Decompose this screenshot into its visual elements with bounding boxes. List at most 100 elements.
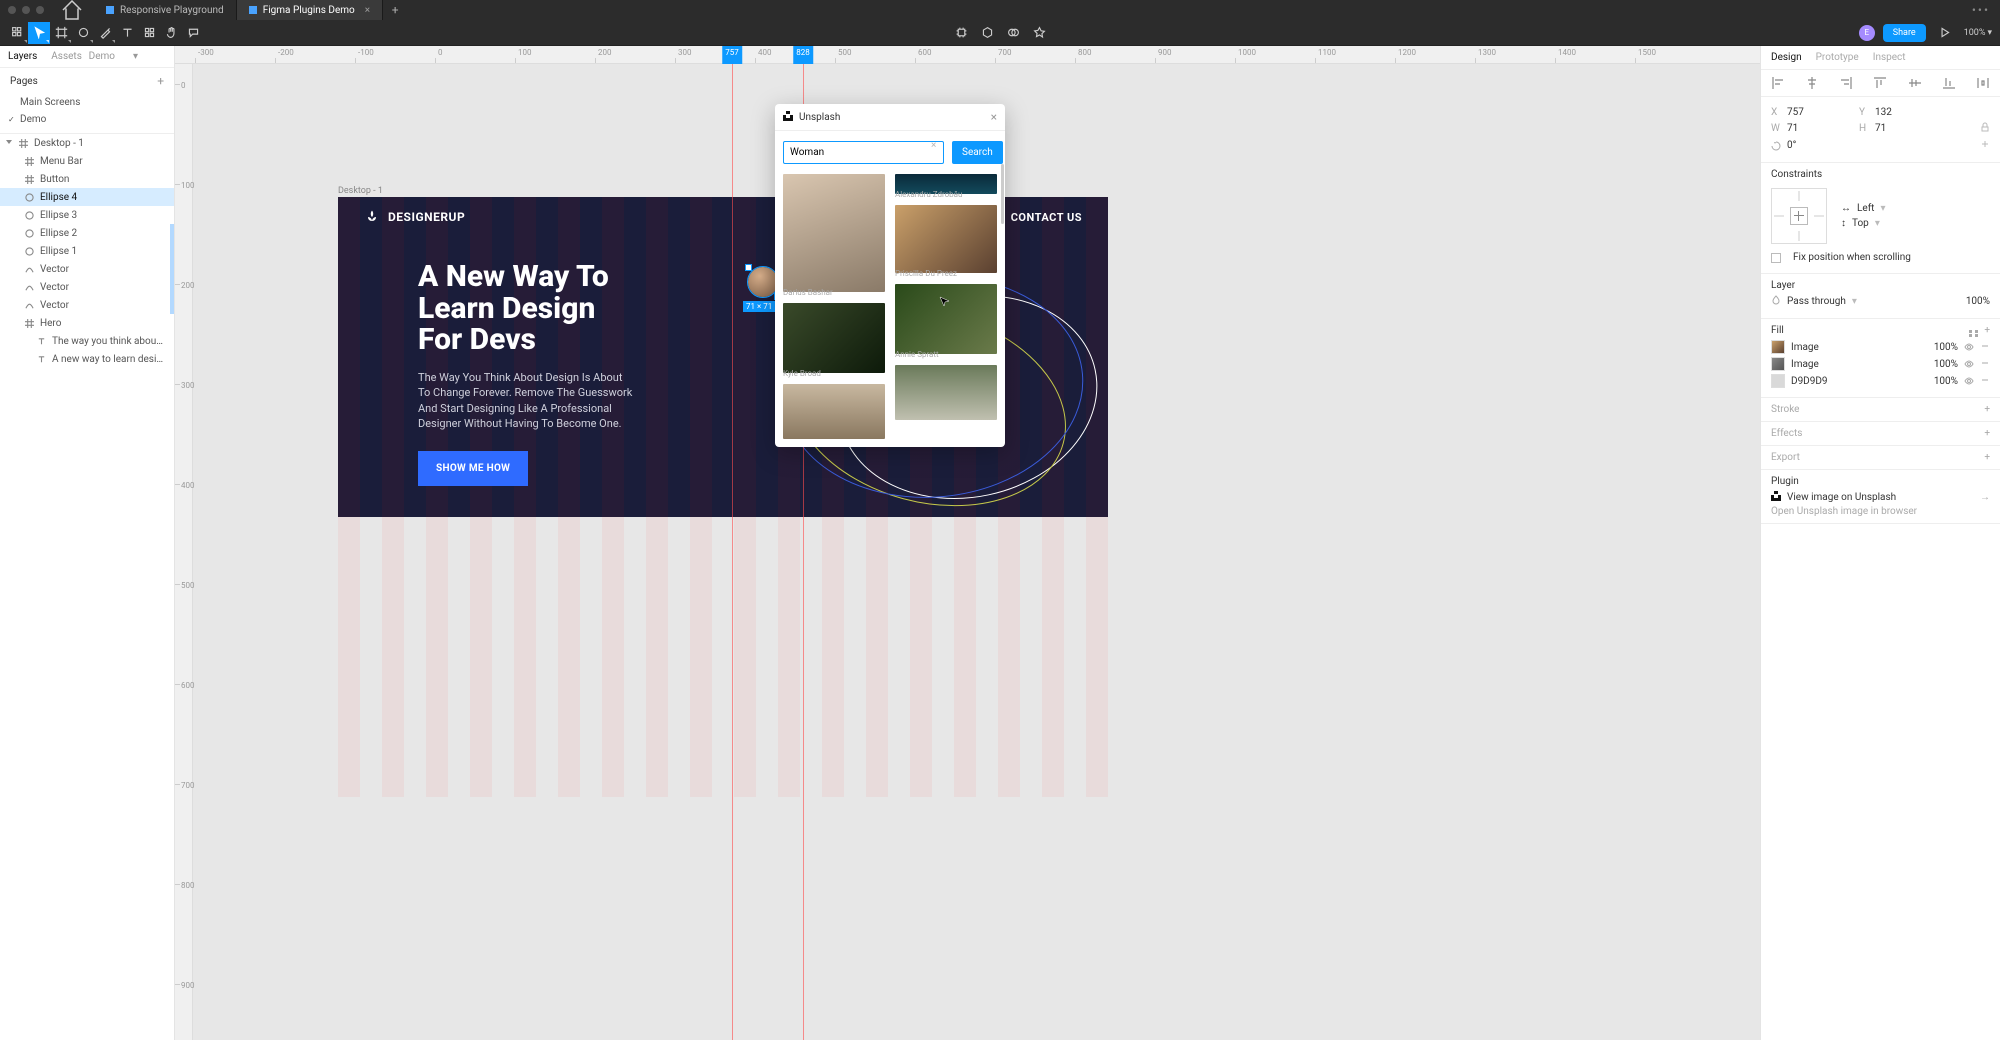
remove-fill-icon[interactable] (1980, 358, 1990, 371)
constraints-widget[interactable] (1771, 188, 1827, 244)
layer-ellipse-2[interactable]: Ellipse 2 (0, 224, 174, 242)
plugin-search-button[interactable]: Search (952, 141, 1003, 164)
align-left-icon[interactable] (1771, 76, 1785, 90)
fill-swatch[interactable] (1771, 340, 1785, 354)
clear-search-icon[interactable]: × (931, 140, 936, 151)
main-menu-button[interactable] (6, 22, 28, 44)
layer-hero[interactable]: Hero (0, 314, 174, 332)
result-image[interactable] (895, 365, 997, 420)
share-button[interactable]: Share (1883, 24, 1926, 42)
layer-text-1[interactable]: The way you think about design is abo... (0, 332, 174, 350)
layer-opacity-value[interactable]: 100% (1966, 296, 1990, 307)
effects-tool[interactable] (1026, 22, 1052, 44)
tab-assets[interactable]: Assets (51, 51, 82, 62)
mask-tool[interactable] (974, 22, 1000, 44)
fill-opacity[interactable]: 100% (1934, 359, 1958, 370)
add-effect-button[interactable]: + (1984, 428, 1990, 439)
layer-frame-desktop-1[interactable]: Desktop - 1 (0, 134, 174, 152)
fill-type[interactable]: Image (1791, 359, 1819, 370)
fill-hex[interactable]: D9D9D9 (1791, 376, 1828, 387)
result-image[interactable] (895, 205, 997, 273)
new-tab-button[interactable]: + (383, 3, 407, 17)
text-tool[interactable] (116, 22, 138, 44)
page-dropdown[interactable]: Demo ▾ (89, 51, 152, 62)
plugin-results-grid[interactable]: Darius Bashar Kyle Broad Alexandru Zdrob… (775, 174, 1005, 447)
plugin-close-icon[interactable]: × (991, 110, 997, 124)
layer-ellipse-4[interactable]: Ellipse 4 (0, 188, 174, 206)
add-page-button[interactable]: + (157, 74, 164, 88)
w-value[interactable]: 71 (1787, 123, 1823, 134)
canvas[interactable]: -300-200-1000100200300400500600700800900… (175, 46, 1760, 1040)
tab-inspect[interactable]: Inspect (1873, 52, 1906, 63)
blend-mode-dropdown[interactable]: Pass through (1787, 296, 1846, 307)
fill-swatch[interactable] (1771, 357, 1785, 371)
guide-vertical[interactable] (732, 64, 733, 1040)
plugin-search-input[interactable] (783, 141, 944, 164)
fill-opacity[interactable]: 100% (1934, 342, 1958, 353)
tab-figma-plugins-demo[interactable]: Figma Plugins Demo× (237, 0, 383, 20)
layer-ellipse-3[interactable]: Ellipse 3 (0, 206, 174, 224)
present-button[interactable] (1934, 22, 1956, 44)
tab-responsive-playground[interactable]: Responsive Playground (94, 0, 237, 20)
plugin-action-link[interactable]: View image on Unsplash (1787, 492, 1896, 503)
constraint-v-dropdown[interactable]: Top (1852, 218, 1869, 229)
close-tab-icon[interactable]: × (365, 5, 370, 16)
layer-text-2[interactable]: A new way to learn design for devs (0, 350, 174, 368)
tab-layers[interactable]: Layers (8, 51, 37, 62)
visibility-icon[interactable] (1964, 342, 1974, 352)
y-value[interactable]: 132 (1875, 107, 1911, 118)
layer-vector-2[interactable]: Vector (0, 278, 174, 296)
plugin-scrollbar[interactable] (1001, 164, 1004, 224)
result-image[interactable] (895, 284, 997, 354)
layer-ellipse-1[interactable]: Ellipse 1 (0, 242, 174, 260)
frame-label[interactable]: Desktop - 1 (338, 186, 383, 196)
x-value[interactable]: 757 (1787, 107, 1823, 118)
layer-vector-1[interactable]: Vector (0, 260, 174, 278)
rotation-value[interactable]: 0° (1787, 140, 1823, 151)
remove-fill-icon[interactable] (1980, 375, 1990, 388)
tab-prototype[interactable]: Prototype (1816, 52, 1859, 63)
constraint-h-dropdown[interactable]: Left (1857, 203, 1874, 214)
component-tool[interactable] (948, 22, 974, 44)
selected-ellipse-4[interactable] (748, 267, 778, 297)
align-bottom-icon[interactable] (1942, 76, 1956, 90)
zoom-dropdown[interactable]: 100%▾ (1964, 28, 1992, 38)
user-avatar[interactable]: E (1859, 25, 1875, 41)
h-value[interactable]: 71 (1875, 123, 1911, 134)
align-hcenter-icon[interactable] (1805, 76, 1819, 90)
page-main-screens[interactable]: Main Screens (0, 94, 174, 111)
result-image[interactable] (783, 384, 885, 439)
style-icon[interactable] (1969, 330, 1979, 337)
lock-aspect-icon[interactable] (1980, 122, 1990, 135)
fill-swatch[interactable] (1771, 374, 1785, 388)
result-image[interactable] (783, 174, 885, 292)
frame-tool[interactable] (50, 22, 72, 44)
boolean-tool[interactable] (1000, 22, 1026, 44)
fix-position-checkbox[interactable] (1771, 253, 1781, 263)
align-top-icon[interactable] (1873, 76, 1887, 90)
tab-design[interactable]: Design (1771, 52, 1802, 63)
visibility-icon[interactable] (1964, 376, 1974, 386)
align-right-icon[interactable] (1839, 76, 1853, 90)
page-demo[interactable]: Demo (0, 111, 174, 128)
external-link-icon[interactable]: → (1980, 492, 1990, 503)
align-vcenter-icon[interactable] (1908, 76, 1922, 90)
hand-tool[interactable] (160, 22, 182, 44)
overflow-menu-icon[interactable]: ••• (1972, 3, 1990, 17)
add-stroke-button[interactable]: + (1984, 404, 1990, 415)
add-fill-button[interactable]: + (1984, 325, 1990, 336)
pen-tool[interactable] (94, 22, 116, 44)
visibility-icon[interactable] (1964, 359, 1974, 369)
layer-vector-3[interactable]: Vector (0, 296, 174, 314)
result-image[interactable] (783, 303, 885, 373)
unsplash-plugin-window[interactable]: Unsplash × × Search Darius Bashar Kyle B… (775, 104, 1005, 447)
shape-tool[interactable] (72, 22, 94, 44)
add-export-button[interactable]: + (1984, 452, 1990, 463)
move-tool[interactable] (28, 22, 50, 44)
fill-type[interactable]: Image (1791, 342, 1819, 353)
layer-menu-bar[interactable]: Menu Bar (0, 152, 174, 170)
resources-tool[interactable] (138, 22, 160, 44)
fill-opacity[interactable]: 100% (1934, 376, 1958, 387)
layer-button[interactable]: Button (0, 170, 174, 188)
remove-fill-icon[interactable] (1980, 341, 1990, 354)
